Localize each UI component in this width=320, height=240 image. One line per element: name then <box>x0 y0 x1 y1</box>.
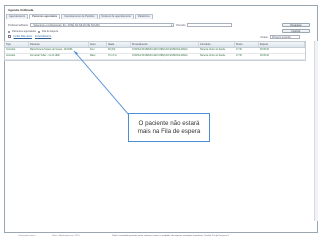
column-header[interactable]: Convênio <box>199 42 235 47</box>
status-updated: Salas - Atualizado em: 12/11 <box>52 235 80 237</box>
table-cell: CONSULTA MÉDICA EM ATENÇÃO ESPECIALIZADA <box>132 49 188 51</box>
column-header[interactable]: Idade <box>107 42 131 47</box>
table-cell: Fernando Telles - 11.13.1990 <box>30 55 60 57</box>
table-cell: 70 a 5 m <box>108 55 117 57</box>
print-button[interactable]: Imprimir <box>282 29 310 33</box>
column-header[interactable]: Prazo <box>235 42 259 47</box>
tab-relatorios[interactable]: Relatórios <box>134 14 153 19</box>
table-cell: 39 (34) <box>108 49 116 51</box>
column-header[interactable]: Procedimento <box>131 42 199 47</box>
filter-row-links: Incluir Fila Unico Incluir Retorno <box>8 35 51 38</box>
table-cell: 00:09:16 <box>260 55 269 57</box>
radio-agendados-label: Pacientes agendados <box>12 30 37 33</box>
table-cell: Consulta <box>6 49 16 51</box>
patients-table: Tipo Paciente Sexo Idade Procedimento Co… <box>4 41 306 61</box>
vertical-scrollbar[interactable] <box>314 41 318 221</box>
sort-control: Ordem Primeiro incluído <box>260 35 300 39</box>
status-user: Conectado como: - <box>18 235 37 237</box>
professional-select[interactable]: Selecione o profissional / Ex: JOSÉ DA S… <box>30 23 175 27</box>
filter-row-status: Pacientes agendados Fila de Espera <box>8 30 58 33</box>
chevron-down-icon: ▾ <box>171 24 173 27</box>
table-row[interactable]: Consulta Fernando Telles - 11.13.1990 Ma… <box>5 54 305 60</box>
radio-agendados[interactable] <box>8 30 10 33</box>
app-title: Agenda Unificada <box>8 7 34 12</box>
column-header[interactable]: Paciente <box>29 42 89 47</box>
status-disclaimer: Todo o conteúdo presente neste sistema, … <box>112 235 230 237</box>
annotation-callout: O paciente não estará mais na Fila de es… <box>128 113 210 142</box>
table-cell: Maria Helena Soares de Sousa - 01/1983 <box>30 49 73 51</box>
table-cell: CONSULTA MÉDICA EM ATENÇÃO ESPECIALIZADA <box>132 55 188 57</box>
link-retorno[interactable]: Incluir Retorno <box>35 35 51 38</box>
tab-reiterar[interactable]: Reiterar de agendamento <box>98 14 134 19</box>
table-cell: 17:30 <box>236 49 242 51</box>
tab-cancelamento[interactable]: Cancelamento de Pedidos <box>61 14 98 19</box>
professional-label: Profissional/Setor <box>8 23 29 27</box>
status-bar: Conectado como: - Salas - Atualizado em:… <box>0 232 320 240</box>
tab-pacientes-agendados[interactable]: Pacientes agendados <box>29 14 61 19</box>
period-input[interactable] <box>187 23 233 27</box>
period-label: Período <box>176 23 186 27</box>
search-button[interactable]: Pesquisar <box>282 23 310 27</box>
table-cell: Fem <box>90 49 95 51</box>
table-cell: Masc <box>90 55 96 57</box>
table-cell: Sistema Único de Saúde <box>200 49 226 51</box>
filter-row-professional: Profissional/Setor Selecione o profissio… <box>8 23 233 27</box>
table-cell: Consulta <box>6 55 16 57</box>
table-cell: Sistema Único de Saúde <box>200 55 226 57</box>
radio-fila-espera[interactable] <box>38 30 41 33</box>
professional-value: Selecione o profissional / Ex: JOSÉ DA S… <box>33 24 100 27</box>
table-cell: 00:09:16 <box>260 49 269 51</box>
radio-fila-label: Fila de Espera <box>42 30 59 33</box>
link-fila-unico[interactable]: Incluir Fila Unico <box>14 35 32 38</box>
column-header[interactable]: Espera <box>259 42 305 47</box>
column-header[interactable]: Tipo <box>5 42 29 47</box>
sort-select[interactable]: Primeiro incluído <box>270 35 300 39</box>
tab-agendamento[interactable]: Agendamento <box>6 14 29 19</box>
incluir-checkbox[interactable] <box>8 35 11 38</box>
table-cell: 17:30 <box>236 55 242 57</box>
column-header[interactable]: Sexo <box>89 42 107 47</box>
callout-line-2: mais na Fila de espera <box>137 127 201 135</box>
callout-line-1: O paciente não estará <box>138 119 200 127</box>
tab-bar: Agendamento Pacientes agendados Cancelam… <box>6 14 153 19</box>
sort-label: Ordem <box>260 35 268 39</box>
